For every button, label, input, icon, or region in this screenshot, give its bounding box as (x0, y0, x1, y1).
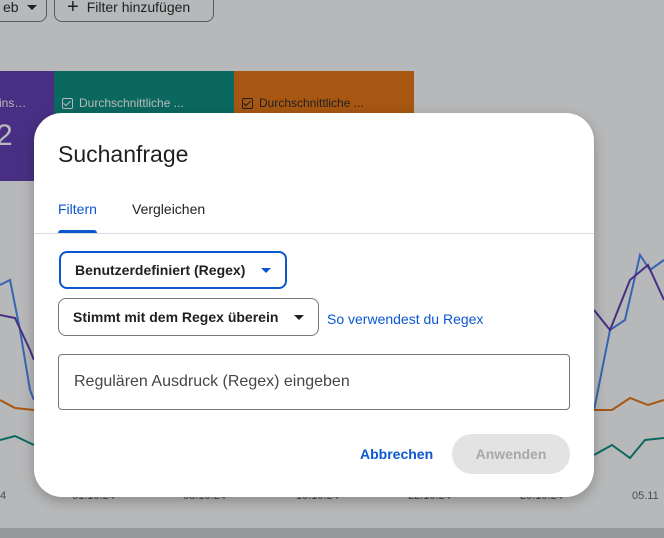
filter-type-value: Benutzerdefiniert (Regex) (75, 262, 246, 278)
tab-filter[interactable]: Filtern (58, 201, 97, 233)
dialog-tabs: Filtern Vergleichen (34, 199, 594, 234)
match-type-value: Stimmt mit dem Regex überein (73, 309, 279, 325)
dialog-title: Suchanfrage (58, 141, 189, 167)
dropdown-arrow-icon (261, 267, 271, 273)
tab-compare[interactable]: Vergleichen (132, 201, 205, 217)
dropdown-arrow-icon (294, 314, 304, 320)
regex-input[interactable] (58, 354, 570, 410)
regex-help-link[interactable]: So verwendest du Regex (327, 311, 483, 327)
filter-type-select[interactable]: Benutzerdefiniert (Regex) (59, 251, 287, 289)
cancel-button[interactable]: Abbrechen (360, 446, 433, 462)
match-type-select[interactable]: Stimmt mit dem Regex überein (58, 298, 319, 336)
apply-button[interactable]: Anwenden (452, 434, 570, 474)
search-query-dialog: Suchanfrage Filtern Vergleichen Benutzer… (34, 113, 594, 497)
